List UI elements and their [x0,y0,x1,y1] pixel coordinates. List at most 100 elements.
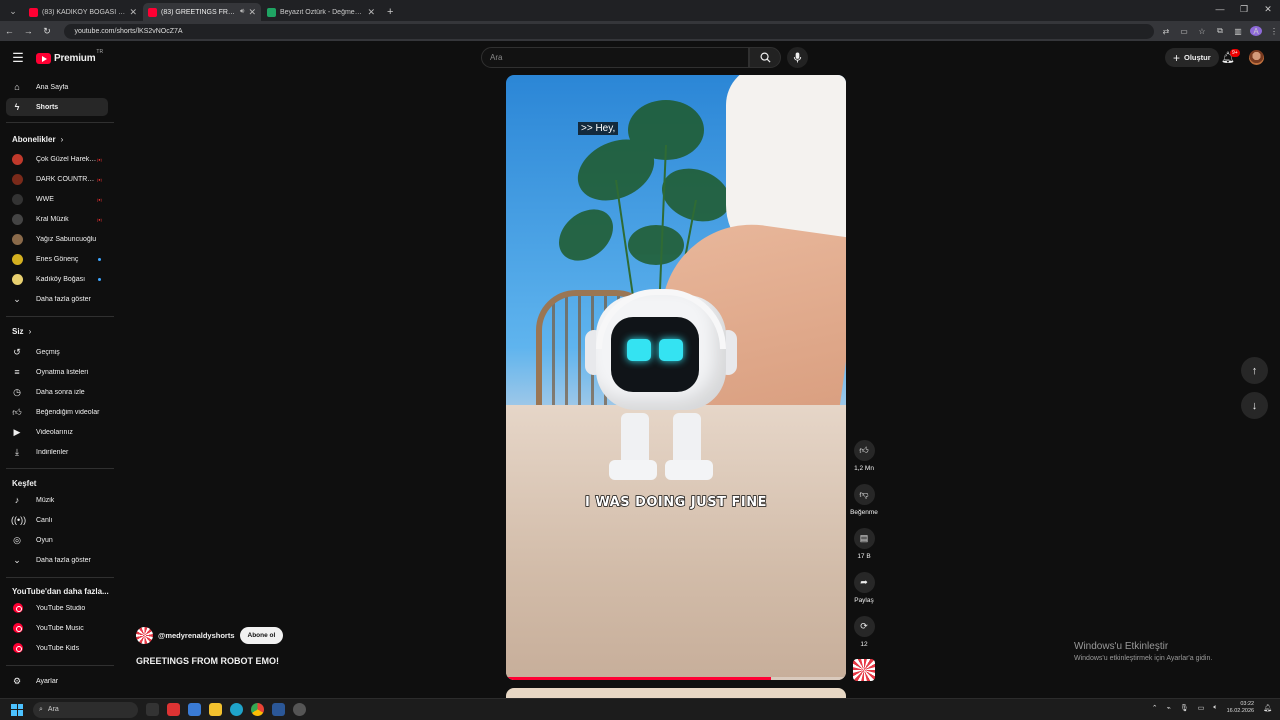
sidebar-item-subscription[interactable]: WWE (●) [6,190,108,208]
taskbar-clock[interactable]: 03:22 16.02.2026 [1227,701,1255,715]
close-icon[interactable]: ✕ [248,7,256,18]
app-icon[interactable] [167,703,180,716]
close-window-icon[interactable]: ✕ [1256,0,1280,18]
notification-icon[interactable]: 🔔︎ [1263,704,1272,712]
youtube-logo[interactable]: Premium TR [36,49,103,64]
bookmark-star-icon[interactable]: ☆ [1196,27,1208,36]
chrome-icon[interactable] [251,703,264,716]
taskbar-apps [146,703,306,716]
short-title[interactable]: GREETINGS FROM ROBOT EMO! [136,656,279,666]
close-icon[interactable]: ✕ [129,7,137,18]
video-progress-bar[interactable] [506,677,846,680]
live-indicator-icon: (●) [96,196,102,202]
clock-date: 16.02.2026 [1226,708,1255,714]
youtube-kids-icon [13,643,23,653]
sidebar-item-shorts[interactable]: ϟ Shorts [6,98,108,116]
task-view-icon[interactable] [146,703,159,716]
sidebar-item-settings[interactable]: ⚙ Ayarlar [6,672,108,690]
app-icon[interactable] [293,703,306,716]
extensions-icon[interactable]: ⧉ [1214,26,1226,36]
edge-icon[interactable] [230,703,243,716]
network-icon[interactable]: ⌁ [1167,704,1171,712]
more-heading-label: YouTube'dan daha fazla... [12,587,109,596]
user-avatar[interactable] [1249,50,1264,65]
sidebar-item-liked-videos[interactable]: 👍︎ Beğendiğim videolar [6,403,108,421]
browser-tab-2[interactable]: (83) GREETINGS FROM ROB 🔊︎ ✕ [143,3,261,21]
remix-button[interactable]: ⟳ 12 [848,616,880,648]
dislike-button[interactable]: 👎︎ Beğenme [848,484,880,516]
browser-tab-1[interactable]: (83) KADIKÖY BOĞASI EGE TUR ✕ [24,3,142,21]
comments-button[interactable]: ▤ 17 B [848,528,880,560]
channel-avatar[interactable] [136,627,153,644]
sidebar-item-music[interactable]: ♪ Müzik [6,491,108,509]
back-icon[interactable]: ← [0,26,19,36]
menu-dots-icon[interactable]: ⋮ [1268,27,1280,36]
translate-icon[interactable]: ⇄ [1160,27,1172,36]
sidebar-item-subscription[interactable]: Çok Güzel Hareket... (●) [6,150,108,168]
sidebar-item-gaming[interactable]: ◎ Oyun [6,531,108,549]
voice-search-button[interactable] [787,47,808,68]
sidebar-item-your-videos[interactable]: ▶ Videolarınız [6,423,108,441]
sidebar-item-youtube-studio[interactable]: YouTube Studio [6,599,108,617]
sidepanel-icon[interactable]: ▥ [1232,27,1244,36]
subscriptions-show-more[interactable]: ⌄ Daha fazla göster [6,290,108,308]
sidebar-item-watch-later[interactable]: ◷ Daha sonra izle [6,383,108,401]
sidebar-item-subscription[interactable]: Yağız Sabuncuoğlu [6,230,108,248]
mic-icon[interactable]: 🎙︎ [1180,704,1189,712]
sidebar-item-subscription[interactable]: Kral Müzik (●) [6,210,108,228]
display-icon[interactable]: ▭ [1198,704,1205,712]
sidebar-item-live[interactable]: ((•)) Canlı [6,511,108,529]
sidebar-item-playlists[interactable]: ≡ Oynatma listeleri [6,363,108,381]
sidebar-item-downloads[interactable]: ⤓ İndirilenler [6,443,108,461]
channel-name[interactable]: @medyrenaldyshorts [158,631,235,640]
app-icon[interactable] [272,703,285,716]
youtube-play-icon [36,52,51,64]
previous-short-button[interactable]: ↑ [1241,357,1268,384]
chevron-up-icon[interactable]: ⌃ [1152,704,1158,712]
sidebar-item-label: Çok Güzel Hareket... [36,155,97,163]
short-video-player[interactable]: >> Hey, I WAS DOING JUST FINE [506,75,846,680]
subscriptions-heading[interactable]: Abonelikler › [12,135,63,144]
sidebar-item-youtube-music[interactable]: YouTube Music [6,619,108,637]
sidebar-item-subscription[interactable]: Kadıköy Boğası [6,270,108,288]
file-explorer-icon[interactable] [209,703,222,716]
sidebar-item-subscription[interactable]: DARK COUNTRY ... (●) [6,170,108,188]
cast-icon[interactable]: ▭ [1178,27,1190,36]
like-count: 1,2 Mn [854,465,874,472]
create-button[interactable]: + Oluştur [1165,48,1219,67]
reload-icon[interactable]: ↻ [38,26,57,37]
maximize-icon[interactable]: ❐ [1232,0,1256,18]
explore-show-more[interactable]: ⌄ Daha fazla göster [6,551,108,569]
notification-badge: 9+ [1230,49,1240,57]
next-short-preview[interactable] [506,688,846,698]
next-short-button[interactable]: ↓ [1241,392,1268,419]
gear-icon: ⚙ [12,675,22,686]
sidebar-item-subscription[interactable]: Enes Gönenç [6,250,108,268]
tab-search-icon[interactable]: ⌄ [4,2,22,20]
app-icon[interactable] [188,703,201,716]
forward-icon[interactable]: → [19,26,38,36]
address-bar[interactable]: youtube.com/shorts/lKS2vNOcZ7A [64,23,1154,39]
youtube-icon [29,7,38,17]
hamburger-menu-icon[interactable]: ☰ [0,50,36,66]
profile-avatar[interactable]: A [1249,26,1262,36]
windows-start-icon[interactable] [11,703,23,716]
sidebar-item-youtube-kids[interactable]: YouTube Kids [6,639,108,657]
channel-avatar [12,253,23,265]
search-input[interactable] [490,53,748,62]
sidebar-item-home[interactable]: ⌂ Ana Sayfa [6,78,108,96]
search-button[interactable] [749,47,781,68]
minimize-icon[interactable]: — [1208,0,1232,18]
sidebar-item-history[interactable]: ↺ Geçmiş [6,343,108,361]
browser-tab-3[interactable]: Beyazıt Öztürk - Değmen Benim ✕ [262,3,380,21]
close-icon[interactable]: ✕ [367,7,375,18]
new-tab-icon[interactable]: + [387,6,393,18]
you-heading[interactable]: Siz › [12,327,31,336]
speaker-icon[interactable]: 🔊︎ [240,8,244,16]
sound-thumbnail[interactable] [853,659,875,681]
subscribe-button[interactable]: Abone ol [239,627,284,644]
taskbar-search[interactable]: ⌕ Ara [33,701,138,718]
volume-icon[interactable]: 🔈︎ [1213,704,1217,712]
share-button[interactable]: ➦ Paylaş [848,572,880,604]
like-button[interactable]: 👍︎ 1,2 Mn [848,440,880,472]
